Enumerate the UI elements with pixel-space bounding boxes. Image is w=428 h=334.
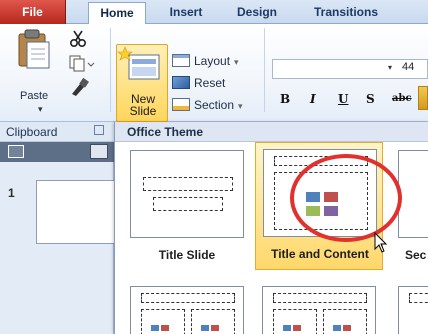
layout-two-content[interactable] — [123, 280, 251, 334]
layout-label: Layout — [194, 54, 231, 68]
layout-name: Sec — [405, 248, 427, 262]
layout-thumbnail — [262, 286, 376, 334]
ribbon-tab-strip: File Home Insert Design Transitions — [0, 0, 428, 25]
clipboard-group-label: Clipboard — [6, 125, 58, 139]
paste-dropdown-arrow[interactable]: ▾ — [38, 104, 43, 115]
slides-tab-icon[interactable] — [8, 145, 24, 158]
highlight-circle-annotation — [290, 154, 402, 242]
group-separator — [264, 28, 265, 112]
layout-title-only[interactable] — [391, 280, 428, 334]
paste-button[interactable] — [10, 28, 56, 96]
layout-button[interactable]: Layout ▾ — [172, 52, 239, 70]
layout-thumbnail — [130, 286, 244, 334]
format-painter-button[interactable] — [68, 77, 96, 96]
section-button[interactable]: Section ▾ — [172, 96, 243, 114]
new-slide-label: New Slide — [129, 92, 157, 118]
font-size-value: 44 — [402, 61, 415, 73]
mouse-cursor-icon — [374, 232, 388, 253]
layout-dropdown-icon: ▾ — [234, 57, 239, 67]
slide-thumbnail[interactable] — [36, 180, 116, 244]
tab-insert[interactable]: Insert — [158, 2, 214, 24]
slide-number: 1 — [8, 186, 15, 200]
layout-name: Title Slide — [158, 248, 216, 262]
title-placeholder — [409, 293, 428, 303]
reset-button[interactable]: Reset — [172, 74, 225, 92]
content-type-icons — [151, 325, 219, 331]
gallery-header: Office Theme — [115, 122, 428, 142]
title-placeholder — [273, 293, 367, 303]
copy-button[interactable] — [68, 54, 96, 72]
new-slide-button[interactable]: New Slide — [116, 44, 168, 122]
section-label: Section — [194, 98, 235, 112]
tab-home[interactable]: Home — [88, 2, 146, 25]
tab-file[interactable]: File — [0, 0, 66, 24]
layout-thumbnail — [130, 150, 244, 238]
pane-tab-bar — [0, 142, 114, 162]
character-spacing-button[interactable]: abc — [392, 93, 412, 104]
cut-button[interactable] — [68, 30, 96, 48]
title-placeholder — [141, 293, 235, 303]
title-placeholder — [143, 177, 233, 191]
slides-pane: 1 — [0, 142, 116, 334]
reset-icon — [172, 76, 190, 89]
text-highlight-button[interactable] — [418, 86, 428, 110]
paintbrush-icon — [72, 77, 89, 96]
new-slide-icon — [117, 46, 160, 80]
underline-button[interactable]: U — [338, 92, 348, 106]
content-type-icons — [283, 325, 351, 331]
layout-thumbnail — [398, 286, 428, 334]
section-dropdown-icon: ▾ — [238, 101, 243, 111]
bold-button[interactable]: B — [280, 92, 290, 106]
font-size-dropdown-icon[interactable]: ▾ — [388, 63, 392, 72]
section-icon — [172, 98, 190, 111]
reset-label: Reset — [194, 76, 226, 90]
strikethrough-button[interactable]: S — [366, 92, 375, 106]
layout-comparison[interactable] — [255, 280, 383, 334]
paste-label: Paste — [20, 90, 49, 102]
tab-design[interactable]: Design — [228, 2, 286, 24]
italic-button[interactable]: I — [310, 92, 316, 106]
scissors-icon — [69, 30, 87, 48]
layout-thumbnail — [398, 150, 428, 238]
layout-icon — [172, 54, 190, 67]
dialog-launcher-icon[interactable] — [94, 125, 104, 135]
layout-name: Title and Content — [271, 247, 369, 261]
tab-transitions[interactable]: Transitions — [300, 2, 392, 24]
paste-icon — [18, 29, 50, 69]
copy-icon — [69, 55, 95, 72]
subtitle-placeholder — [153, 197, 223, 211]
layout-title-slide[interactable]: Title Slide — [123, 144, 251, 272]
group-separator — [110, 28, 111, 112]
outline-tab-icon[interactable] — [90, 144, 108, 159]
